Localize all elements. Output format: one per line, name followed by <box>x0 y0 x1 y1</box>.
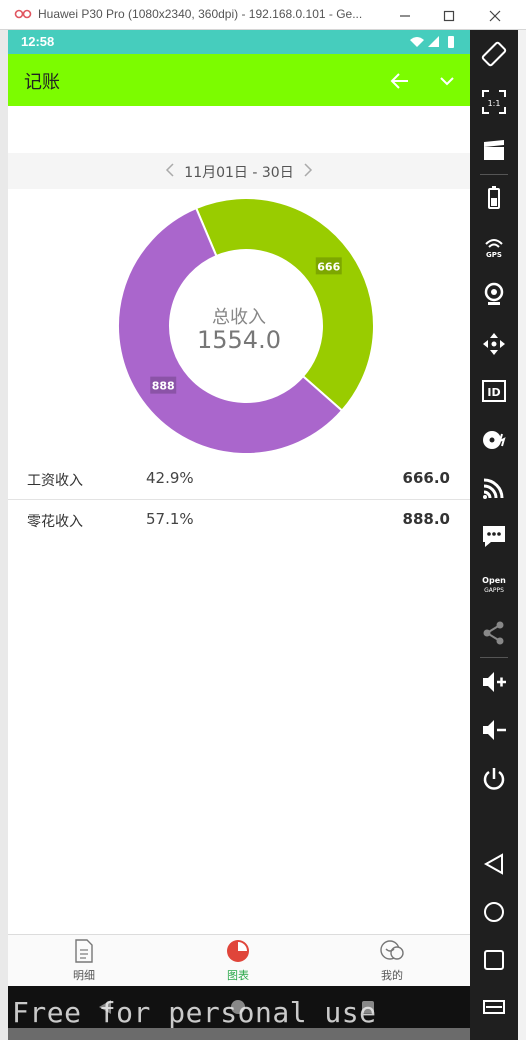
window-title: Huawei P30 Pro (1080x2340, 360dpi) - 192… <box>38 7 363 21</box>
android-back-icon[interactable] <box>480 850 508 878</box>
screen-record-icon[interactable] <box>480 136 508 164</box>
svg-text:GAPPS: GAPPS <box>484 587 504 594</box>
chevron-down-icon[interactable] <box>436 70 458 92</box>
app-bar: 记账 <box>8 54 470 106</box>
sms-icon[interactable] <box>480 522 508 550</box>
svg-text:1:1: 1:1 <box>488 99 501 108</box>
date-range-label: 11月01日 - 30日 <box>184 165 294 181</box>
breakdown-row[interactable]: 零花收入 57.1% 888.0 <box>8 500 470 540</box>
maximize-icon <box>443 10 455 22</box>
tab-details[interactable]: 明细 <box>39 939 129 985</box>
next-month-icon[interactable] <box>300 161 316 179</box>
status-bar: 12:58 <box>8 30 470 54</box>
app-title: 记账 <box>24 72 60 93</box>
category-name: 工资收入 <box>27 473 83 489</box>
breakdown-row[interactable]: 工资收入 42.9% 666.0 <box>8 459 470 499</box>
share-icon[interactable] <box>480 619 508 647</box>
status-time: 12:58 <box>21 34 55 49</box>
toolbar-divider <box>480 657 508 658</box>
profile-icon <box>380 940 404 960</box>
status-icons <box>410 36 454 48</box>
category-percent: 42.9% <box>146 469 194 487</box>
android-menu-icon[interactable] <box>480 996 508 1024</box>
emulator-window: Huawei P30 Pro (1080x2340, 360dpi) - 192… <box>0 0 526 1040</box>
svg-text:888: 888 <box>152 380 175 393</box>
minimize-icon <box>400 15 410 17</box>
tab-label: 图表 <box>227 969 249 982</box>
tab-profile[interactable]: 我的 <box>347 939 437 985</box>
category-name: 零花收入 <box>27 514 83 530</box>
tab-chart[interactable]: 图表 <box>193 939 283 985</box>
tab-label: 明细 <box>73 969 95 982</box>
svg-text:666: 666 <box>317 260 340 273</box>
category-amount: 888.0 <box>402 510 450 528</box>
power-icon[interactable] <box>480 765 508 793</box>
bottom-navigation: 明细 图表 我的 <box>8 934 470 986</box>
android-home-icon[interactable] <box>480 898 508 926</box>
opengapps-icon[interactable]: Open GAPPS <box>480 570 508 598</box>
category-amount: 666.0 <box>402 469 450 487</box>
svg-text:Open: Open <box>482 576 506 585</box>
minimize-button[interactable] <box>393 4 417 26</box>
maximize-button[interactable] <box>437 4 461 26</box>
back-arrow-icon[interactable] <box>389 70 411 92</box>
battery-icon <box>448 36 454 48</box>
emulator-toolbar: 1:1 GPS ID Open GAPPS <box>470 30 518 1040</box>
disk-io-icon[interactable] <box>480 426 508 454</box>
window-title-bar: Huawei P30 Pro (1080x2340, 360dpi) - 192… <box>0 0 526 30</box>
android-recents-icon[interactable] <box>480 946 508 974</box>
battery-icon[interactable] <box>480 184 508 212</box>
slice-value-label-1: 888 <box>150 376 177 394</box>
slice-value-label-0: 666 <box>315 257 342 275</box>
gps-icon[interactable]: GPS <box>480 232 508 260</box>
tab-label: 我的 <box>381 969 403 982</box>
pie-chart-icon <box>227 940 249 962</box>
dpad-icon[interactable] <box>480 330 508 358</box>
document-icon <box>75 939 93 963</box>
svg-text:GPS: GPS <box>486 251 502 259</box>
rotate-icon[interactable] <box>480 40 508 68</box>
device-id-icon[interactable]: ID <box>480 377 508 405</box>
desktop-background-right <box>518 30 526 1040</box>
close-icon <box>489 10 501 22</box>
watermark-text: Free for personal use <box>12 996 377 1029</box>
webcam-icon[interactable] <box>480 280 508 308</box>
volume-up-icon[interactable] <box>480 668 508 696</box>
volume-down-icon[interactable] <box>480 716 508 744</box>
wifi-icon <box>410 37 424 47</box>
phone-screen: 12:58 记账 11月01日 - 30日 666 888 总收入 1554.0… <box>8 30 470 1028</box>
toolbar-divider <box>480 174 508 175</box>
chart-center-total: 1554.0 <box>197 326 281 354</box>
cast-icon[interactable] <box>480 474 508 502</box>
category-percent: 57.1% <box>146 510 194 528</box>
genymotion-logo-icon <box>14 9 32 19</box>
close-button[interactable] <box>483 4 507 26</box>
svg-text:ID: ID <box>487 386 500 399</box>
signal-icon <box>428 36 439 47</box>
pixel-perfect-icon[interactable]: 1:1 <box>480 88 508 116</box>
date-range-bar: 11月01日 - 30日 <box>8 153 470 189</box>
desktop-background-left <box>0 30 8 1040</box>
